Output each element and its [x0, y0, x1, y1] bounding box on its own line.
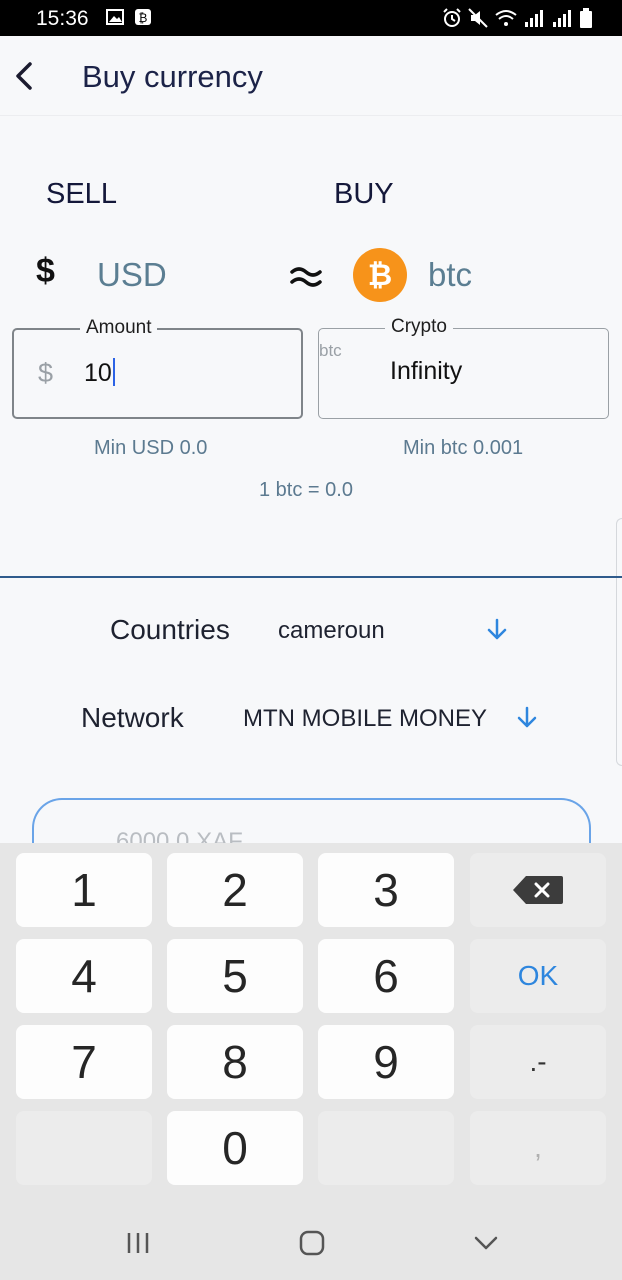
signal-icon: [525, 10, 543, 27]
crypto-field[interactable]: Crypto btc Infinity: [318, 316, 609, 419]
amount-value: 10: [84, 359, 112, 387]
sell-currency-code[interactable]: USD: [97, 256, 167, 294]
status-icons: [442, 6, 592, 30]
dollar-icon: $: [36, 252, 55, 290]
key-8[interactable]: 8: [167, 1025, 303, 1099]
buy-label: BUY: [334, 178, 394, 210]
network-dropdown-arrow-icon[interactable]: [516, 706, 538, 730]
battery-icon: [580, 8, 592, 28]
numeric-keyboard: 1 2 3 4 5 6 OK 7 8 9 .- 0 ,: [0, 843, 622, 1201]
comma-key: ,: [470, 1111, 606, 1185]
key-3[interactable]: 3: [318, 853, 454, 927]
countries-label: Countries: [110, 614, 230, 645]
text-caret: [112, 358, 115, 386]
crypto-prefix: btc: [319, 341, 342, 360]
page-title: Buy currency: [82, 59, 263, 94]
amount-field[interactable]: Amount $ 10: [12, 317, 303, 419]
exchange-rate: 1 btc = 0.0: [259, 479, 353, 501]
wifi-icon: [495, 10, 517, 26]
min-usd-hint: Min USD 0.0: [94, 437, 208, 459]
sell-label: SELL: [46, 178, 117, 210]
svg-text:₿: ₿: [368, 258, 392, 293]
key-4[interactable]: 4: [16, 939, 152, 1013]
key-2[interactable]: 2: [167, 853, 303, 927]
amount-legend: Amount: [80, 317, 158, 339]
system-nav-bar: [0, 1200, 622, 1280]
mute-icon: [468, 8, 488, 28]
countries-value[interactable]: cameroun: [278, 617, 385, 645]
key-7[interactable]: 7: [16, 1025, 152, 1099]
crypto-value[interactable]: Infinity: [390, 357, 462, 386]
buy-currency-code[interactable]: btc: [428, 256, 472, 294]
key-5[interactable]: 5: [167, 939, 303, 1013]
status-time: 15:36: [36, 7, 89, 30]
bitcoin-notification-icon: ₿: [135, 9, 151, 25]
key-1[interactable]: 1: [16, 853, 152, 927]
side-panel-edge[interactable]: [616, 518, 622, 766]
section-divider: [0, 576, 622, 578]
backspace-key[interactable]: [470, 853, 606, 927]
blank-key-left: [16, 1111, 152, 1185]
amount-input[interactable]: 10: [84, 358, 115, 388]
key-6[interactable]: 6: [318, 939, 454, 1013]
key-0[interactable]: 0: [167, 1111, 303, 1185]
signal-icon-2: [553, 10, 571, 27]
bitcoin-icon: ₿: [353, 248, 407, 302]
status-bar: 15:36 ₿: [0, 0, 622, 36]
home-icon[interactable]: [297, 1228, 327, 1258]
svg-text:₿: ₿: [139, 11, 148, 25]
gallery-notification-icon: [106, 9, 124, 25]
back-arrow-icon[interactable]: [10, 56, 40, 96]
network-label: Network: [81, 702, 184, 733]
key-9[interactable]: 9: [318, 1025, 454, 1099]
app-bar: Buy currency: [0, 36, 622, 116]
min-btc-hint: Min btc 0.001: [403, 437, 524, 459]
countries-dropdown-arrow-icon[interactable]: [486, 618, 508, 642]
network-value[interactable]: MTN MOBILE MONEY: [243, 705, 487, 733]
recent-apps-icon[interactable]: [123, 1228, 153, 1258]
hide-keyboard-icon[interactable]: [471, 1228, 501, 1258]
backspace-icon: [513, 876, 563, 904]
approx-equal-icon: [290, 267, 322, 287]
alarm-icon: [443, 8, 461, 27]
crypto-legend: Crypto: [385, 316, 453, 338]
blank-key-right: [318, 1111, 454, 1185]
punct-key[interactable]: .-: [470, 1025, 606, 1099]
amount-prefix: $: [38, 358, 54, 388]
ok-key[interactable]: OK: [470, 939, 606, 1013]
